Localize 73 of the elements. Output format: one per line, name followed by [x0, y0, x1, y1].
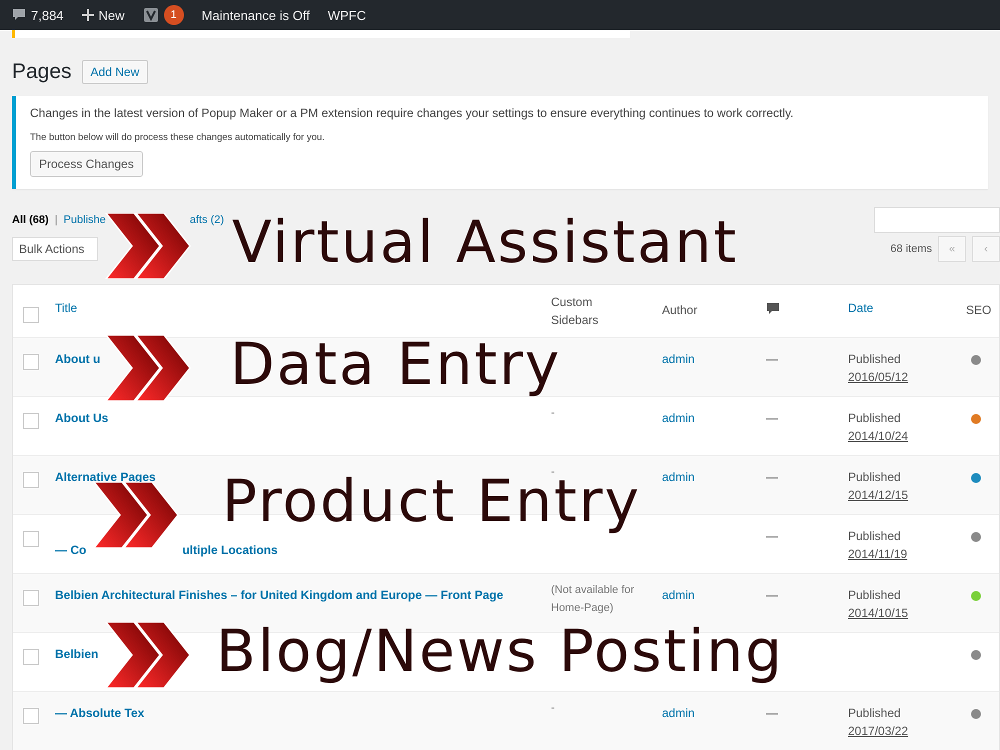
separator: | — [54, 214, 58, 226]
view-filter-link[interactable]: Publishe — [64, 214, 106, 226]
column-header: Custom Sidebars — [551, 294, 600, 329]
status-text: Published — [848, 470, 902, 484]
plugin-logo-icon — [142, 7, 159, 23]
search-field[interactable] — [874, 207, 1000, 233]
bulk-actions-select[interactable]: Bulk Actions — [12, 237, 98, 261]
author-link[interactable]: admin — [662, 352, 695, 366]
page-title-link[interactable]: About u — [55, 352, 100, 366]
date-text: 2014/10/15 — [848, 606, 910, 620]
banner-text: Blog/News Posting — [216, 622, 784, 687]
add-new-button[interactable]: Add New — [82, 60, 148, 84]
notice-hint: The button below will do process these changes automatically for you. — [30, 132, 325, 143]
sidebar-cell-text: (Not available for Home-Page) — [551, 583, 636, 616]
status-text: Published — [848, 588, 902, 602]
banner-text: Virtual Assistant — [232, 213, 738, 278]
comment-icon — [766, 302, 780, 316]
notification-badge[interactable]: 1 — [164, 5, 184, 25]
row-checkbox[interactable] — [23, 472, 39, 488]
page-title-link[interactable]: About Us — [55, 411, 108, 425]
sidebar-cell-text: - — [551, 406, 556, 421]
page-title-link[interactable]: Belbien — [55, 647, 98, 661]
page-title: Pages — [12, 60, 72, 84]
view-filter-link[interactable]: All (68) — [12, 214, 49, 226]
item-count: 68 items — [890, 243, 932, 255]
row-checkbox[interactable] — [23, 649, 39, 665]
row-checkbox[interactable] — [23, 708, 39, 724]
date-text: 2017/03/22 — [848, 724, 910, 738]
row-checkbox[interactable] — [23, 354, 39, 370]
date-text: 2014/11/19 — [848, 547, 908, 561]
new-link[interactable]: New — [98, 8, 125, 22]
sidebar-cell-text: - — [551, 701, 556, 716]
plus-icon — [82, 9, 94, 21]
notice-text: Changes in the latest version of Popup Maker or a PM extension require changes your settings to ensure everything continues to work correctly. — [30, 106, 794, 120]
column-header[interactable]: Date — [848, 285, 874, 315]
date-text: 2016/05/12 — [848, 370, 910, 384]
select-all-checkbox[interactable] — [23, 307, 39, 323]
column-header: Author — [662, 302, 698, 319]
status-text: Published — [848, 529, 902, 543]
author-link[interactable]: admin — [662, 470, 695, 484]
status-text: Published — [848, 706, 902, 720]
row-checkbox[interactable] — [23, 413, 39, 429]
comment-cell: — — [766, 470, 778, 484]
view-filter-link[interactable]: afts (2) — [190, 214, 224, 226]
page-title-link[interactable]: — Co — [55, 543, 86, 557]
row-checkbox[interactable] — [23, 531, 39, 547]
comment-cell: — — [766, 411, 778, 425]
author-link[interactable]: admin — [662, 588, 695, 602]
cache-link[interactable]: WPFC — [328, 8, 366, 22]
banner-text: Data Entry — [230, 335, 562, 400]
row-checkbox[interactable] — [23, 590, 39, 606]
double-chevron-icon — [104, 213, 192, 279]
date-text: 2014/12/15 — [848, 488, 910, 502]
author-link[interactable]: admin — [662, 706, 695, 720]
column-header[interactable]: Title — [55, 285, 78, 315]
comment-cell: — — [766, 529, 778, 543]
page-title-link[interactable]: — Absolute Tex — [55, 706, 144, 720]
comment-icon — [12, 8, 26, 22]
comment-count[interactable]: 7,884 — [31, 8, 64, 22]
page-title-link[interactable]: Alternative Pages — [55, 470, 156, 484]
status-text: Published — [848, 352, 902, 366]
page-title-link[interactable]: ultiple Locations — [182, 543, 278, 557]
sidebar-cell-text: - — [551, 465, 556, 478]
maintenance-link[interactable]: Maintenance is Off — [202, 8, 310, 22]
comment-cell: — — [766, 352, 778, 366]
comment-cell: — — [766, 706, 778, 720]
status-text: Published — [848, 411, 902, 425]
comment-cell: — — [766, 588, 778, 602]
date-text: 2014/10/24 — [848, 429, 910, 443]
page-title-link[interactable]: Belbien Architectural Finishes – for United Kingdom and Europe — Front Page — [55, 588, 504, 602]
author-link[interactable]: admin — [662, 411, 695, 425]
column-header: SEO — [966, 302, 992, 319]
process-changes-button[interactable]: Process Changes — [30, 151, 143, 177]
